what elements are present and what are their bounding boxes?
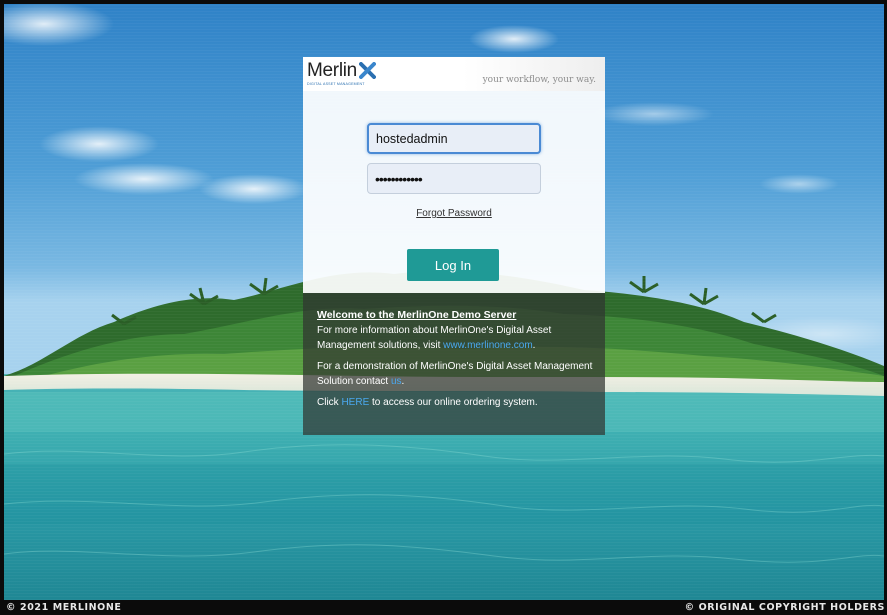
info-text-3-end: to access our online ordering system. <box>369 397 538 408</box>
info-box: Welcome to the MerlinOne Demo Server For… <box>303 293 605 435</box>
logo-subtext: DIGITAL ASSET MANAGEMENT <box>307 82 365 86</box>
login-page: Merlin DIGITAL ASSET MANAGEMENT your wor… <box>0 0 887 615</box>
info-text-2: For a demonstration of MerlinOne's Digit… <box>317 361 593 387</box>
footer-bar: © 2021 MERLINONE © ORIGINAL COPYRIGHT HO… <box>0 600 887 615</box>
login-button[interactable]: Log In <box>407 249 499 281</box>
brand-header: Merlin DIGITAL ASSET MANAGEMENT your wor… <box>303 57 605 91</box>
username-input[interactable] <box>367 123 541 154</box>
info-text-3-start: Click <box>317 397 342 408</box>
forgot-password-link[interactable]: Forgot Password <box>303 208 605 219</box>
password-input[interactable] <box>367 163 541 194</box>
info-title: Welcome to the MerlinOne Demo Server <box>317 309 517 321</box>
info-text-2-end: . <box>401 376 405 387</box>
info-text-1-end: . <box>532 340 536 351</box>
merlin-x-logo-icon <box>359 62 376 79</box>
footer-image-credit: © ORIGINAL COPYRIGHT HOLDERS <box>684 602 885 613</box>
login-panel: Merlin DIGITAL ASSET MANAGEMENT your wor… <box>303 57 605 435</box>
ordering-system-link[interactable]: HERE <box>341 397 369 408</box>
merlinone-website-link[interactable]: www.merlinone.com <box>443 340 532 351</box>
merlinx-logo: Merlin DIGITAL ASSET MANAGEMENT <box>307 61 377 87</box>
footer-copyright: © 2021 MERLINONE <box>6 602 122 613</box>
logo-wordmark: Merlin <box>307 60 357 81</box>
login-form-area: Merlin DIGITAL ASSET MANAGEMENT your wor… <box>303 57 605 293</box>
brand-tagline: your workflow, your way. <box>482 75 596 85</box>
contact-us-link[interactable]: us <box>391 376 402 387</box>
